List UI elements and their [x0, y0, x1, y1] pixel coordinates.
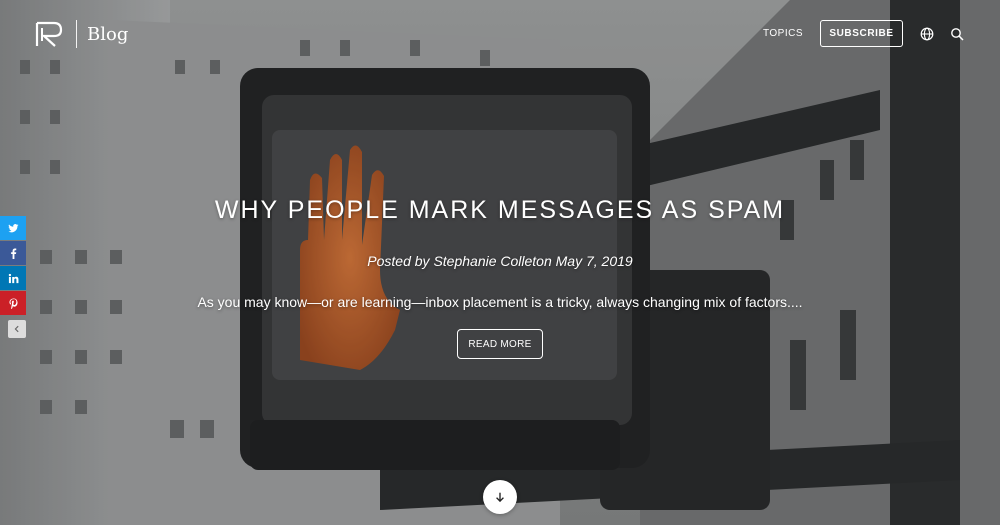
scroll-down-button[interactable] — [483, 480, 517, 514]
article-title[interactable]: WHY PEOPLE MARK MESSAGES AS SPAM — [0, 196, 1000, 225]
site-logo[interactable]: Blog — [34, 20, 128, 48]
article-byline: Posted by Stephanie Colleton May 7, 2019 — [367, 253, 633, 269]
arrow-down-icon — [496, 492, 504, 503]
logo-icon — [35, 21, 63, 47]
blog-label: Blog — [87, 23, 129, 45]
subscribe-button[interactable]: SUBSCRIBE — [820, 20, 903, 47]
nav-topics-link[interactable]: TOPICS — [763, 28, 803, 39]
read-more-button[interactable]: READ MORE — [457, 329, 543, 359]
search-icon[interactable] — [950, 27, 964, 41]
featured-article: WHY PEOPLE MARK MESSAGES AS SPAM Posted … — [0, 196, 1000, 359]
article-excerpt: As you may know—or are learning—inbox pl… — [197, 294, 803, 310]
top-nav: TOPICS SUBSCRIBE — [763, 20, 964, 47]
hero-banner: Blog TOPICS SUBSCRIBE WHY PEOPLE MARK ME… — [0, 0, 1000, 525]
globe-icon[interactable] — [920, 27, 934, 41]
logo-separator — [76, 20, 77, 48]
